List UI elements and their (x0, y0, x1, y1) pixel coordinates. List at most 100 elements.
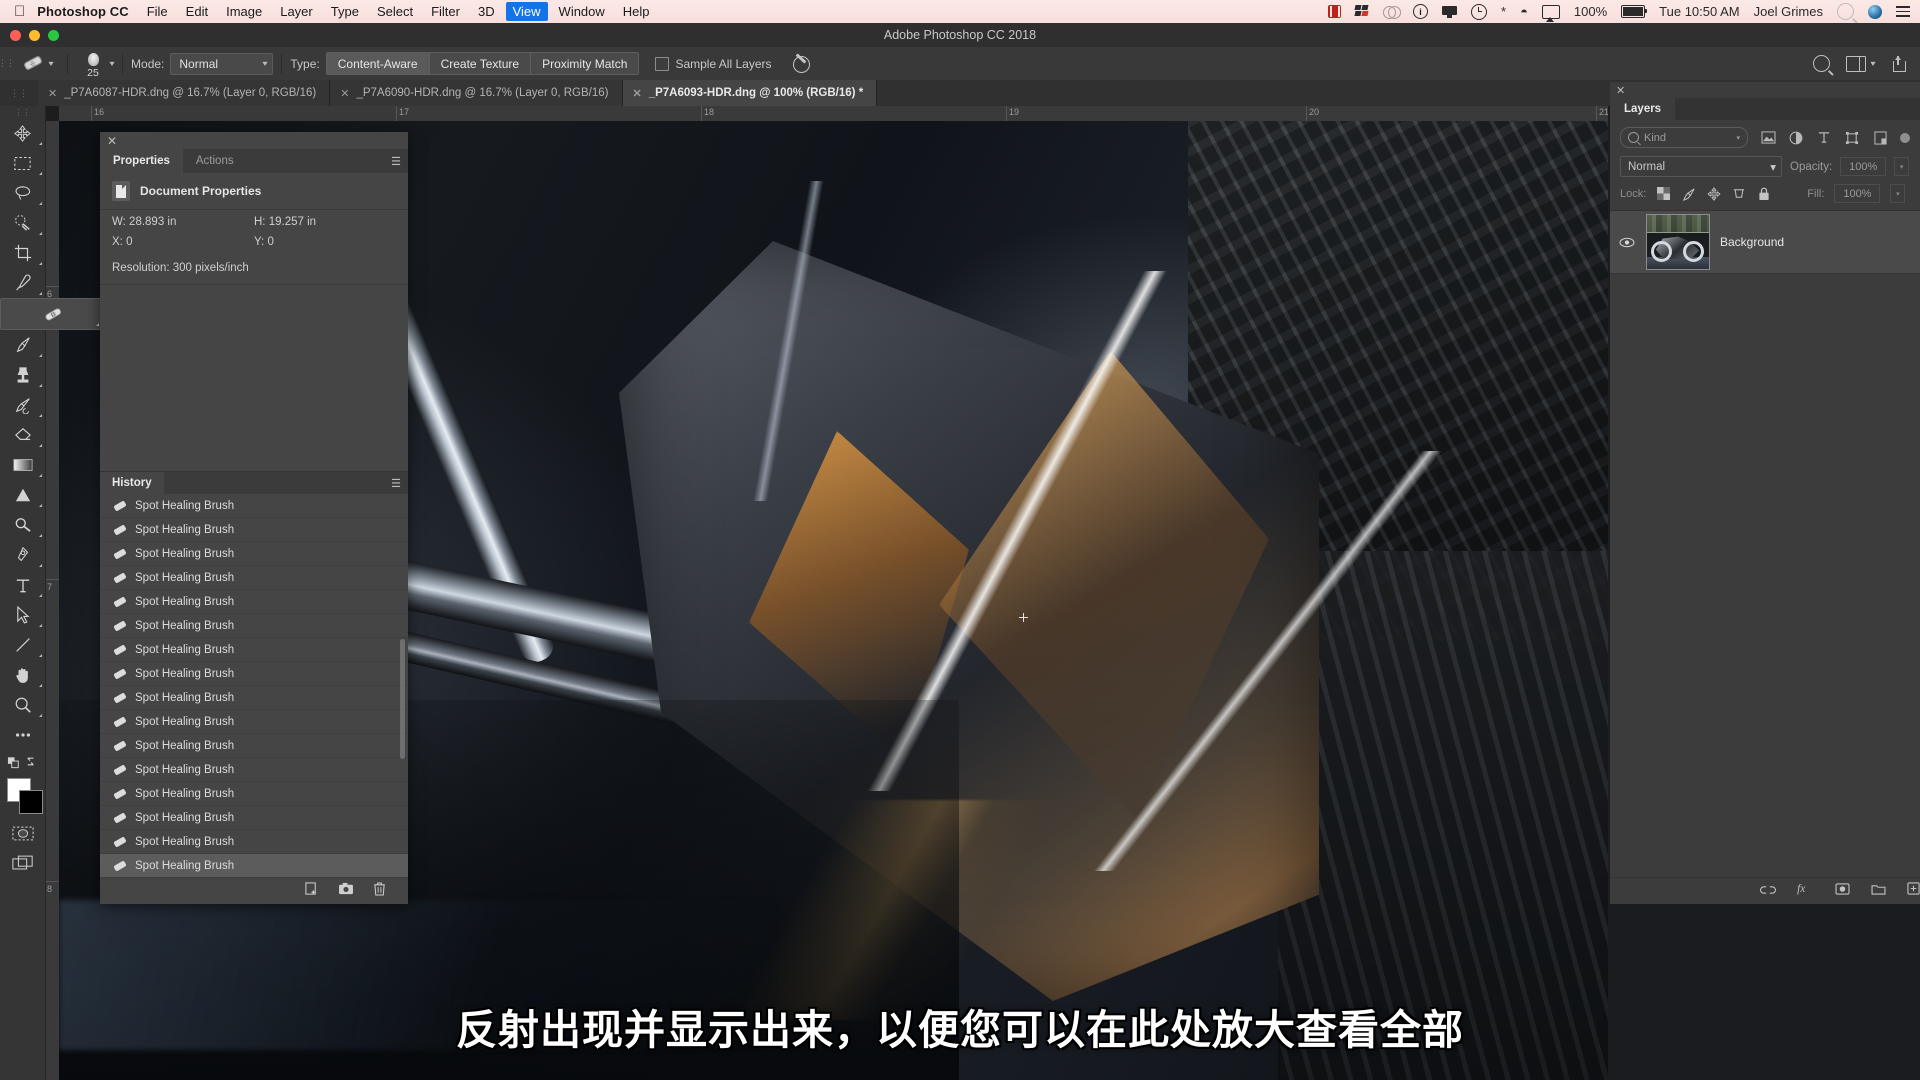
battery-icon[interactable] (1621, 5, 1645, 18)
layer-thumbnail[interactable] (1646, 214, 1710, 270)
layer-filter-kind-select[interactable]: Kind ▾ (1620, 127, 1748, 148)
gradient-tool[interactable] (0, 450, 45, 480)
fill-stepper[interactable]: ▾ (1890, 184, 1905, 203)
lock-position-icon[interactable] (1706, 186, 1721, 201)
quick-selection-tool[interactable] (0, 208, 45, 238)
layer-row-background[interactable]: Background (1610, 211, 1920, 274)
clock-icon[interactable] (1471, 4, 1487, 20)
brush-chevron-down-icon[interactable]: ▾ (109, 59, 114, 68)
history-item[interactable]: Spot Healing Brush (100, 662, 408, 686)
tab-layers[interactable]: Layers (1610, 98, 1675, 120)
lock-all-icon[interactable] (1756, 186, 1771, 201)
lasso-tool[interactable] (0, 178, 45, 208)
menu-edit[interactable]: Edit (186, 4, 208, 19)
bluetooth-icon[interactable]: * (1501, 5, 1506, 18)
panel-menu-icon[interactable]: ☰ (391, 149, 408, 173)
filter-type-icon[interactable] (1816, 130, 1832, 146)
menu-layer[interactable]: Layer (280, 4, 313, 19)
history-item[interactable]: Spot Healing Brush (100, 566, 408, 590)
maximize-window-button[interactable] (48, 30, 59, 41)
menu-image[interactable]: Image (226, 4, 262, 19)
tab-history[interactable]: History (100, 472, 164, 494)
new-layer-icon[interactable] (1907, 882, 1920, 900)
pressure-size-icon[interactable] (791, 54, 811, 74)
workspace-switcher-button[interactable]: ▾ (1846, 56, 1875, 72)
color-swatches[interactable] (0, 774, 45, 818)
dropbox-icon[interactable] (1355, 5, 1369, 18)
close-icon[interactable]: ✕ (107, 134, 117, 148)
display-icon[interactable] (1442, 6, 1457, 18)
filter-pixel-icon[interactable] (1760, 130, 1776, 146)
quick-mask-icon[interactable] (0, 818, 45, 848)
menu-file[interactable]: File (147, 4, 168, 19)
filter-adjustment-icon[interactable] (1788, 130, 1804, 146)
menu-window[interactable]: Window (559, 4, 605, 19)
film-strip-icon[interactable] (1328, 5, 1341, 18)
siri-icon[interactable] (1868, 5, 1882, 19)
lock-transparent-pixels-icon[interactable] (1656, 186, 1671, 201)
blend-mode-select[interactable]: Normal ▾ (170, 53, 273, 75)
eyedropper-tool[interactable] (0, 268, 45, 298)
menu-bar-clock[interactable]: Tue 10:50 AM (1659, 5, 1739, 18)
move-tool[interactable] (0, 118, 45, 148)
dodge-tool[interactable] (0, 510, 45, 540)
notification-center-icon[interactable] (1896, 6, 1910, 17)
history-item[interactable]: Spot Healing Brush (100, 686, 408, 710)
layer-name[interactable]: Background (1720, 235, 1784, 249)
filter-smart-object-icon[interactable] (1872, 130, 1888, 146)
history-item[interactable]: Spot Healing Brush (100, 590, 408, 614)
document-height[interactable]: H: 19.257 in (254, 216, 396, 228)
close-icon[interactable]: ✕ (1616, 84, 1625, 97)
apple-icon[interactable]:  (14, 4, 25, 19)
history-list[interactable]: Spot Healing BrushSpot Healing BrushSpot… (100, 494, 408, 878)
close-icon[interactable]: ✕ (48, 87, 57, 100)
tab-bar-grip[interactable]: ⋮⋮ (0, 80, 38, 106)
lock-image-pixels-icon[interactable] (1681, 186, 1696, 201)
create-new-snapshot-icon[interactable] (338, 882, 354, 900)
document-tab-2[interactable]: ✕ _P7A6090-HDR.dng @ 16.7% (Layer 0, RGB… (330, 80, 622, 106)
layer-blend-mode-select[interactable]: Normal ▾ (1620, 156, 1782, 177)
menu-3d[interactable]: 3D (478, 4, 495, 19)
horizontal-ruler[interactable]: 16 17 18 19 20 21 (59, 106, 1608, 122)
brush-tool[interactable] (0, 330, 45, 360)
path-selection-tool[interactable] (0, 600, 45, 630)
type-tool[interactable] (0, 570, 45, 600)
share-icon[interactable] (1891, 56, 1906, 72)
wifi-icon[interactable]: ◓ (1520, 5, 1528, 18)
blur-tool[interactable] (0, 480, 45, 510)
menu-bar-user[interactable]: Joel Grimes (1754, 5, 1823, 18)
fill-value[interactable]: 100% (1834, 184, 1880, 203)
layer-visibility-icon[interactable] (1618, 237, 1636, 248)
tab-actions[interactable]: Actions (183, 149, 247, 173)
hand-tool[interactable] (0, 660, 45, 690)
document-x[interactable]: X: 0 (112, 236, 254, 248)
add-layer-mask-icon[interactable] (1835, 882, 1850, 900)
history-item[interactable]: Spot Healing Brush (100, 758, 408, 782)
zoom-tool[interactable] (0, 690, 45, 720)
document-tab-3[interactable]: ✕ _P7A6093-HDR.dng @ 100% (RGB/16) * (623, 80, 878, 106)
opacity-value[interactable]: 100% (1840, 157, 1886, 176)
history-item[interactable]: Spot Healing Brush (100, 542, 408, 566)
filter-shape-icon[interactable] (1844, 130, 1860, 146)
pen-tool[interactable] (0, 540, 45, 570)
type-content-aware-button[interactable]: Content-Aware (326, 52, 430, 75)
app-name-menu[interactable]: Photoshop CC (37, 4, 128, 19)
line-shape-tool[interactable] (0, 630, 45, 660)
default-colors-and-swap[interactable] (0, 750, 45, 774)
menu-view[interactable]: View (506, 2, 548, 21)
close-icon[interactable]: ✕ (633, 87, 642, 100)
filter-enable-toggle[interactable] (1900, 133, 1910, 143)
lock-artboard-nesting-icon[interactable] (1731, 186, 1746, 201)
airplay-icon[interactable] (1542, 5, 1560, 19)
history-item[interactable]: Spot Healing Brush (100, 638, 408, 662)
new-group-icon[interactable] (1871, 882, 1886, 900)
history-item[interactable]: Spot Healing Brush (100, 494, 408, 518)
menu-select[interactable]: Select (377, 4, 413, 19)
close-window-button[interactable] (10, 30, 21, 41)
document-tab-1[interactable]: ✕ _P7A6087-HDR.dng @ 16.7% (Layer 0, RGB… (38, 80, 330, 106)
history-item[interactable]: Spot Healing Brush (100, 614, 408, 638)
menu-filter[interactable]: Filter (431, 4, 460, 19)
history-item[interactable]: Spot Healing Brush (100, 806, 408, 830)
document-y[interactable]: Y: 0 (254, 236, 396, 248)
link-layers-icon[interactable] (1760, 882, 1776, 900)
